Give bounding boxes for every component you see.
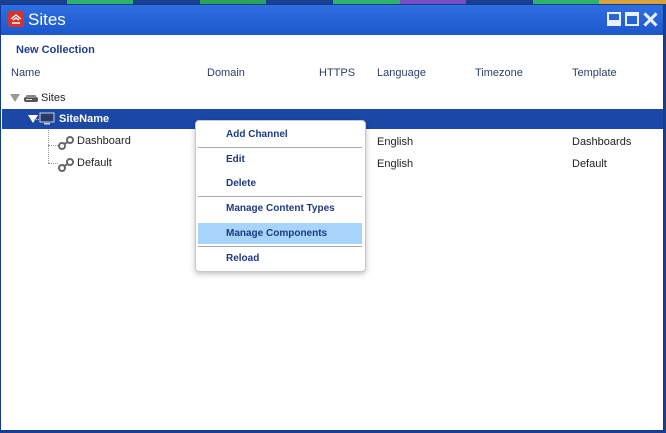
monitor-icon [39, 112, 55, 130]
menu-divider [198, 246, 362, 247]
window-title: Sites [28, 10, 66, 29]
tree-root-label[interactable]: Sites [41, 92, 65, 104]
channel-language: English [377, 158, 414, 170]
title-bar[interactable]: Sites [1, 5, 663, 35]
channel-template: Dashboards [572, 136, 632, 148]
column-header-https[interactable]: HTTPS [319, 67, 355, 79]
channel-link-icon [58, 158, 74, 177]
channel-template: Default [572, 158, 607, 170]
new-collection-link[interactable]: New Collection [16, 44, 95, 56]
context-menu: Add Channel Edit Delete Manage Content T… [195, 120, 366, 272]
menu-divider [198, 147, 362, 148]
channel-name[interactable]: Dashboard [77, 135, 131, 147]
tree-connector [48, 163, 58, 164]
maximize-icon[interactable] [625, 12, 639, 26]
tree-connector [48, 130, 49, 163]
menu-item-delete[interactable]: Delete [198, 173, 362, 194]
tree-site-label[interactable]: SiteName [59, 113, 109, 125]
menu-item-manage-content-types[interactable]: Manage Content Types [198, 198, 362, 219]
channel-language: English [377, 136, 414, 148]
sites-window: Sites New Collection Name Domain HTTPS L… [0, 4, 664, 431]
close-icon[interactable] [643, 12, 657, 26]
expand-arrow-icon[interactable] [10, 94, 20, 102]
channel-link-icon [58, 136, 74, 155]
menu-divider [198, 196, 362, 197]
app-logo-icon [8, 11, 24, 27]
minimize-icon[interactable] [607, 12, 621, 26]
column-header-language[interactable]: Language [377, 67, 426, 79]
server-icon [23, 92, 39, 110]
column-header-template[interactable]: Template [572, 67, 617, 79]
menu-item-manage-components[interactable]: Manage Components [198, 223, 362, 244]
tree-connector [48, 145, 58, 146]
menu-item-reload[interactable]: Reload [198, 248, 362, 269]
menu-item-add-channel[interactable]: Add Channel [198, 124, 362, 145]
menu-item-edit[interactable]: Edit [198, 149, 362, 170]
column-header-domain[interactable]: Domain [207, 67, 245, 79]
column-header-name[interactable]: Name [11, 67, 40, 79]
column-header-timezone[interactable]: Timezone [475, 67, 523, 79]
channel-name[interactable]: Default [77, 157, 112, 169]
